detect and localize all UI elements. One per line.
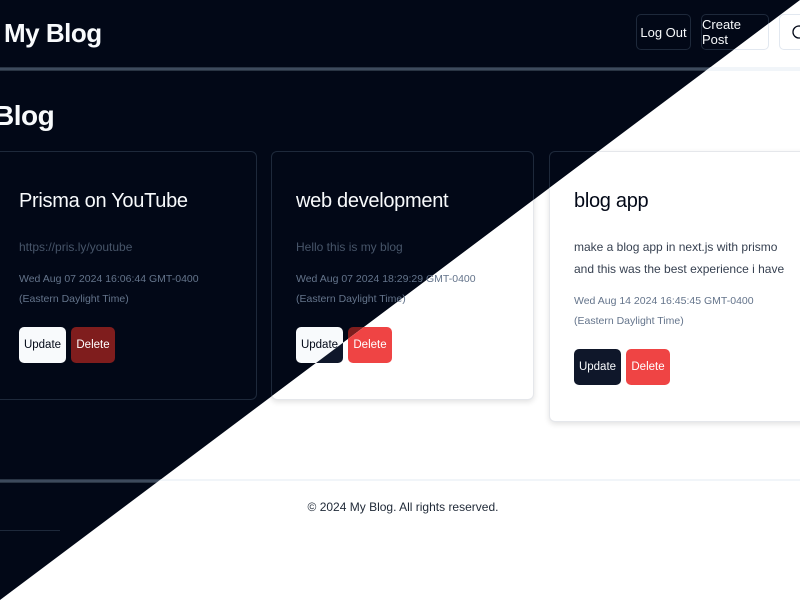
delete-button[interactable]: Delete xyxy=(626,349,670,385)
post-card: blog app make a blog app in next.js with… xyxy=(549,151,800,422)
logout-button[interactable]: Log Out xyxy=(636,14,691,50)
header-divider xyxy=(0,67,800,71)
post-content: https://pris.ly/youtube xyxy=(19,240,133,254)
footer-line xyxy=(0,530,60,531)
post-card: Prisma on YouTube https://pris.ly/youtub… xyxy=(0,151,257,400)
delete-button[interactable]: Delete xyxy=(71,327,115,363)
post-date: Wed Aug 14 2024 16:45:45 GMT-0400 (Easte… xyxy=(574,295,754,327)
post-date: Wed Aug 07 2024 16:06:44 GMT-0400 (Easte… xyxy=(19,273,199,305)
update-button[interactable]: Update xyxy=(574,349,621,385)
update-button[interactable]: Update xyxy=(19,327,66,363)
post-content: make a blog app in next.js with prismo a… xyxy=(574,240,785,276)
post-title: Prisma on YouTube xyxy=(19,190,188,212)
site-logo[interactable]: My Blog xyxy=(4,18,102,49)
theme-toggle-button[interactable] xyxy=(779,14,800,50)
post-title: blog app xyxy=(574,190,649,212)
page-title: Blog xyxy=(0,100,55,131)
post-title: web development xyxy=(296,190,449,212)
theme-toggle-icon xyxy=(792,25,800,39)
site-header: My Blog Log Out Create Post xyxy=(0,0,800,68)
